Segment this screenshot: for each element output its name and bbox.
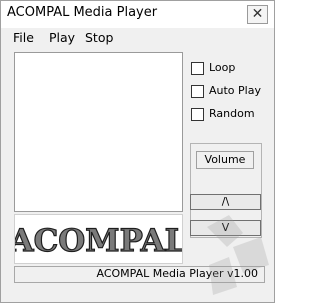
playlist-panel[interactable] [14, 52, 183, 212]
menu-bar: File Play Stop [1, 28, 274, 48]
logo-area: ACOMPAL [8, 214, 187, 264]
menu-stop[interactable]: Stop [85, 30, 113, 45]
loop-checkbox-box[interactable] [191, 62, 204, 75]
acompal-logo: ACOMPAL [8, 222, 187, 259]
volume-label: Volume [196, 151, 254, 169]
random-label: Random [209, 107, 255, 120]
menu-file[interactable]: File [13, 30, 34, 45]
close-button[interactable]: ✕ [247, 5, 268, 24]
loop-label: Loop [209, 61, 236, 74]
close-icon: ✕ [251, 6, 264, 22]
media-player-window: ACOMPAL Media Player ✕ File Play Stop AC… [0, 0, 275, 303]
logo-text: ACOMPAL [15, 223, 182, 259]
title-bar[interactable]: ACOMPAL Media Player ✕ [1, 1, 274, 28]
random-checkbox-box[interactable] [191, 108, 204, 121]
window-title: ACOMPAL Media Player [7, 5, 158, 20]
watermark-graphic [207, 215, 269, 295]
menu-play[interactable]: Play [49, 30, 75, 45]
autoplay-label: Auto Play [209, 84, 261, 97]
autoplay-checkbox-box[interactable] [191, 85, 204, 98]
